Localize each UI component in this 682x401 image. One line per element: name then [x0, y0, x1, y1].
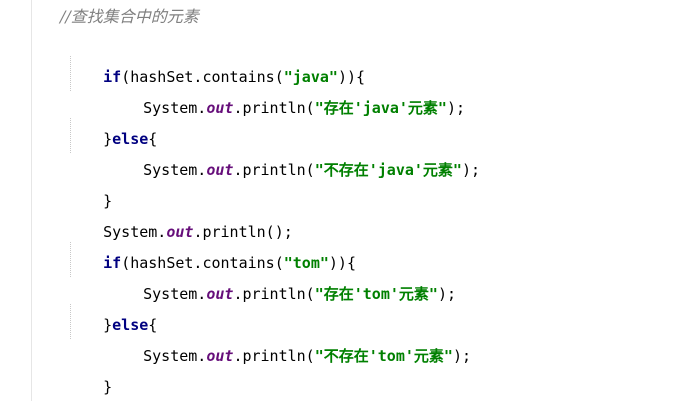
- code-line-println-not-exists-java[interactable]: System.out.println("不存在'java'元素");: [107, 124, 480, 179]
- string-literal: "存在'java'元素": [314, 99, 447, 117]
- code-editor[interactable]: //查找集合中的元素 if(hashSet.contains("java")){…: [0, 0, 682, 401]
- code-line-else[interactable]: }else{: [67, 93, 157, 148]
- static-field: out: [206, 99, 234, 117]
- code-line-close-brace[interactable]: }: [67, 341, 112, 396]
- gutter-divider: [31, 0, 32, 401]
- code-text: .println(: [233, 99, 315, 117]
- code-text: System.: [143, 347, 207, 365]
- code-line-println-exists-tom[interactable]: System.out.println("存在'tom'元素");: [107, 248, 456, 303]
- string-literal: "不存在'java'元素": [314, 161, 462, 179]
- code-line-if-java[interactable]: if(hashSet.contains("java")){: [67, 31, 365, 86]
- code-line-close-brace[interactable]: }: [67, 155, 112, 210]
- code-line-if-tom[interactable]: if(hashSet.contains("tom")){: [67, 217, 356, 272]
- code-line-println-exists-java[interactable]: System.out.println("存在'java'元素");: [107, 62, 465, 117]
- code-text: );: [452, 347, 471, 365]
- static-field: out: [206, 285, 234, 303]
- code-text: .println(: [233, 347, 315, 365]
- code-text: .println(: [233, 285, 315, 303]
- code-text: );: [446, 99, 466, 117]
- code-text: System.: [143, 161, 207, 179]
- string-literal: "不存在'tom'元素": [314, 347, 453, 365]
- code-line-println-empty[interactable]: System.out.println();: [67, 186, 293, 241]
- string-literal: "存在'tom'元素": [314, 285, 438, 303]
- code-line-println-not-exists-tom[interactable]: System.out.println("不存在'tom'元素");: [107, 310, 471, 365]
- code-text: .println(: [233, 161, 315, 179]
- code-text: }: [103, 378, 113, 396]
- static-field: out: [206, 347, 234, 365]
- code-text: );: [461, 161, 481, 179]
- code-comment: //查找集合中的元素: [60, 7, 199, 26]
- code-line-else[interactable]: }else{: [67, 279, 157, 334]
- static-field: out: [206, 161, 234, 179]
- code-text: );: [437, 285, 456, 303]
